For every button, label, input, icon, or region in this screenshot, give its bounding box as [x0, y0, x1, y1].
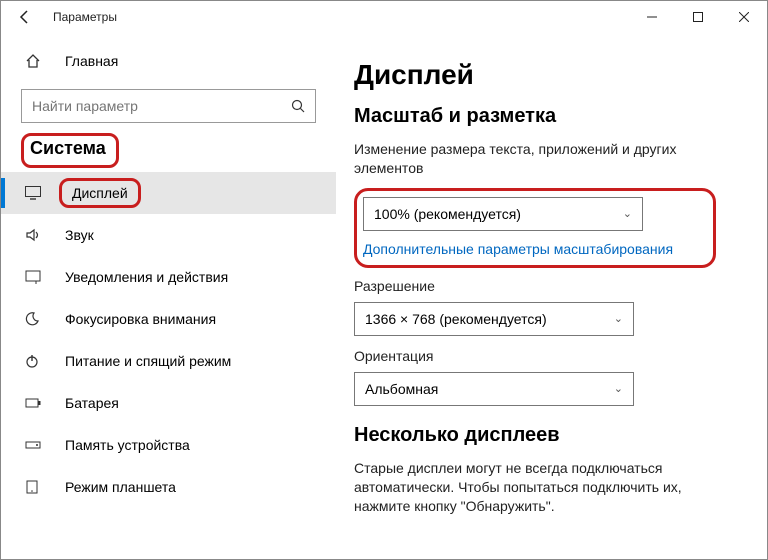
sidebar-item-display[interactable]: Дисплей: [1, 172, 336, 214]
sidebar-item-label: Память устройства: [65, 437, 190, 453]
nav-list: Дисплей Звук Уведомления и действия Фо: [1, 172, 336, 508]
display-icon: [25, 186, 47, 200]
highlight-scale-group: 100% (рекомендуется) ⌄ Дополнительные па…: [354, 188, 716, 268]
sidebar-item-focus[interactable]: Фокусировка внимания: [1, 298, 336, 340]
back-button[interactable]: [9, 1, 41, 33]
page-title: Дисплей: [354, 59, 739, 91]
sidebar-item-storage[interactable]: Память устройства: [1, 424, 336, 466]
orientation-dropdown[interactable]: Альбомная ⌄: [354, 372, 634, 406]
scale-dropdown-value: 100% (рекомендуется): [374, 206, 521, 222]
sidebar-item-label: Режим планшета: [65, 479, 176, 495]
titlebar: Параметры: [1, 1, 767, 33]
window-controls: [629, 1, 767, 33]
chevron-down-icon: ⌄: [623, 207, 632, 220]
sidebar-home[interactable]: Главная: [1, 41, 336, 81]
sidebar-item-battery[interactable]: Батарея: [1, 382, 336, 424]
scale-dropdown[interactable]: 100% (рекомендуется) ⌄: [363, 197, 643, 231]
search-field[interactable]: [32, 98, 291, 114]
scale-section-heading: Масштаб и разметка: [354, 105, 739, 128]
advanced-scaling-link[interactable]: Дополнительные параметры масштабирования: [363, 241, 699, 257]
sound-icon: [25, 228, 47, 242]
home-icon: [25, 53, 47, 69]
sidebar-item-sound[interactable]: Звук: [1, 214, 336, 256]
sidebar-item-tablet[interactable]: Режим планшета: [1, 466, 336, 508]
power-icon: [25, 354, 47, 368]
battery-icon: [25, 397, 47, 409]
multi-displays-heading: Несколько дисплеев: [354, 424, 739, 447]
tablet-icon: [25, 480, 47, 494]
chevron-down-icon: ⌄: [614, 382, 623, 395]
sidebar-item-label: Звук: [65, 227, 94, 243]
scale-description: Изменение размера текста, приложений и д…: [354, 140, 739, 178]
resolution-value: 1366 × 768 (рекомендуется): [365, 311, 547, 327]
search-input[interactable]: [21, 89, 316, 123]
sidebar-item-notifications[interactable]: Уведомления и действия: [1, 256, 336, 298]
sidebar-item-label: Дисплей: [70, 181, 130, 205]
minimize-button[interactable]: [629, 1, 675, 33]
multi-displays-desc: Старые дисплеи могут не всегда подключат…: [354, 459, 739, 516]
sidebar-item-label: Питание и спящий режим: [65, 353, 231, 369]
maximize-button[interactable]: [675, 1, 721, 33]
main-content: Дисплей Масштаб и разметка Изменение раз…: [336, 33, 767, 559]
window-title: Параметры: [53, 10, 117, 24]
close-button[interactable]: [721, 1, 767, 33]
resolution-dropdown[interactable]: 1366 × 768 (рекомендуется) ⌄: [354, 302, 634, 336]
orientation-value: Альбомная: [365, 381, 438, 397]
storage-icon: [25, 439, 47, 451]
moon-icon: [25, 312, 47, 326]
sidebar-item-label: Фокусировка внимания: [65, 311, 216, 327]
notifications-icon: [25, 270, 47, 284]
sidebar-item-label: Батарея: [65, 395, 119, 411]
sidebar-item-power[interactable]: Питание и спящий режим: [1, 340, 336, 382]
sidebar: Главная Система Дисплей: [1, 33, 336, 559]
sidebar-category: Система: [30, 138, 106, 159]
orientation-label: Ориентация: [354, 348, 739, 364]
sidebar-home-label: Главная: [65, 53, 118, 69]
resolution-label: Разрешение: [354, 278, 739, 294]
highlight-category: Система: [21, 133, 119, 168]
highlight-display: Дисплей: [59, 178, 141, 208]
sidebar-item-label: Уведомления и действия: [65, 269, 228, 285]
search-icon: [291, 99, 305, 113]
chevron-down-icon: ⌄: [614, 312, 623, 325]
